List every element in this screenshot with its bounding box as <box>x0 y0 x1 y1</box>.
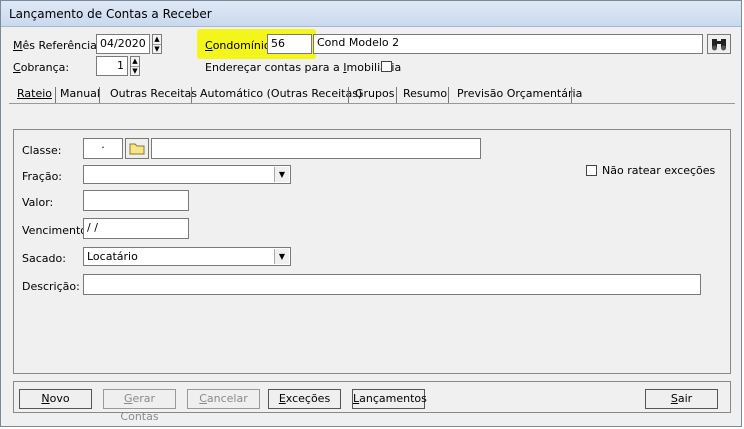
tab-resumo[interactable]: Resumo <box>403 85 447 103</box>
cancelar-button[interactable]: Cancelar <box>187 389 260 409</box>
sair-button[interactable]: Sair <box>645 389 718 409</box>
descricao-input[interactable] <box>83 274 701 295</box>
classe-code-input[interactable]: · <box>83 138 123 159</box>
spin-down-icon[interactable]: ▼ <box>153 44 161 54</box>
fracao-select[interactable]: ▼ <box>83 165 291 184</box>
tab-previsao-orcamentaria[interactable]: Previsão Orçamentária <box>457 85 582 103</box>
tab-rateio[interactable]: Rateio <box>17 85 52 103</box>
spin-up-icon[interactable]: ▲ <box>153 35 161 44</box>
chevron-down-icon[interactable]: ▼ <box>274 249 289 264</box>
main-window: Lançamento de Contas a Receber Mês Refer… <box>0 0 742 427</box>
nao-ratear-checkbox[interactable] <box>586 165 597 176</box>
tab-separator <box>448 87 449 103</box>
tab-rateio-label: Rateio <box>17 87 53 100</box>
tab-automatico[interactable]: Automático (Outras Receitas) <box>200 85 362 103</box>
tab-separator <box>99 87 100 103</box>
tab-separator <box>191 87 192 103</box>
cobranca-label: Cobrança: <box>13 61 70 74</box>
tab-manual[interactable]: Manual <box>60 85 100 103</box>
classe-name-input[interactable] <box>151 138 481 159</box>
classe-browse-button[interactable] <box>125 138 149 159</box>
folder-icon <box>129 143 145 155</box>
fracao-label: Fração: <box>22 170 63 183</box>
tab-separator <box>571 87 572 103</box>
mes-referencia-input[interactable]: 04/2020 <box>96 34 150 54</box>
vencimento-input[interactable]: / / <box>83 218 189 239</box>
cobranca-input[interactable]: 1 <box>96 56 128 76</box>
window-title: Lançamento de Contas a Receber <box>9 7 212 21</box>
tab-separator <box>55 87 56 103</box>
mes-referencia-label-text: ês Referência: <box>22 39 101 52</box>
cobranca-spinner[interactable]: ▲ ▼ <box>130 56 140 76</box>
enderecar-label: Endereçar contas para a Imobiliária <box>205 61 402 74</box>
tab-separator <box>396 87 397 103</box>
excecoes-button[interactable]: Exceções <box>268 389 341 409</box>
sacado-label: Sacado: <box>22 252 66 265</box>
valor-input[interactable] <box>83 190 189 211</box>
condominio-label: Condomínio: <box>205 39 275 52</box>
mes-referencia-label: Mês Referência: <box>13 39 101 52</box>
vencimento-label: Vencimento: <box>22 224 91 237</box>
button-bar: Novo Gerar Contas Cancelar Exceções Lanç… <box>13 381 731 423</box>
valor-label: Valor: <box>22 196 54 209</box>
lancamentos-button[interactable]: Lançamentos <box>352 389 427 409</box>
condominio-name-input[interactable]: Cond Modelo 2 <box>313 34 703 54</box>
sacado-select[interactable]: Locatário ▼ <box>83 247 291 266</box>
search-condominio-button[interactable] <box>707 34 731 54</box>
spin-up-icon[interactable]: ▲ <box>131 57 139 66</box>
chevron-down-icon[interactable]: ▼ <box>274 167 289 182</box>
sacado-value: Locatário <box>87 250 138 263</box>
tab-outras-receitas[interactable]: Outras Receitas <box>110 85 197 103</box>
gerar-contas-button[interactable]: Gerar Contas <box>103 389 176 423</box>
nao-ratear-label: Não ratear exceções <box>602 164 716 177</box>
classe-label: Classe: <box>22 144 62 157</box>
title-bar: Lançamento de Contas a Receber <box>1 1 741 27</box>
mes-referencia-spinner[interactable]: ▲ ▼ <box>152 34 162 54</box>
tab-grupos[interactable]: Grupos <box>355 85 394 103</box>
rateio-panel: Classe: · Fração: ▼ Não ratear exceções … <box>13 129 731 374</box>
condominio-code-input[interactable]: 56 <box>267 34 312 54</box>
enderecar-checkbox[interactable] <box>381 61 392 72</box>
tab-divider <box>9 103 735 104</box>
tab-separator <box>348 87 349 103</box>
descricao-label: Descrição: <box>22 280 80 293</box>
binoculars-icon <box>712 39 726 51</box>
novo-button[interactable]: Novo <box>19 389 92 409</box>
spin-down-icon[interactable]: ▼ <box>131 66 139 76</box>
